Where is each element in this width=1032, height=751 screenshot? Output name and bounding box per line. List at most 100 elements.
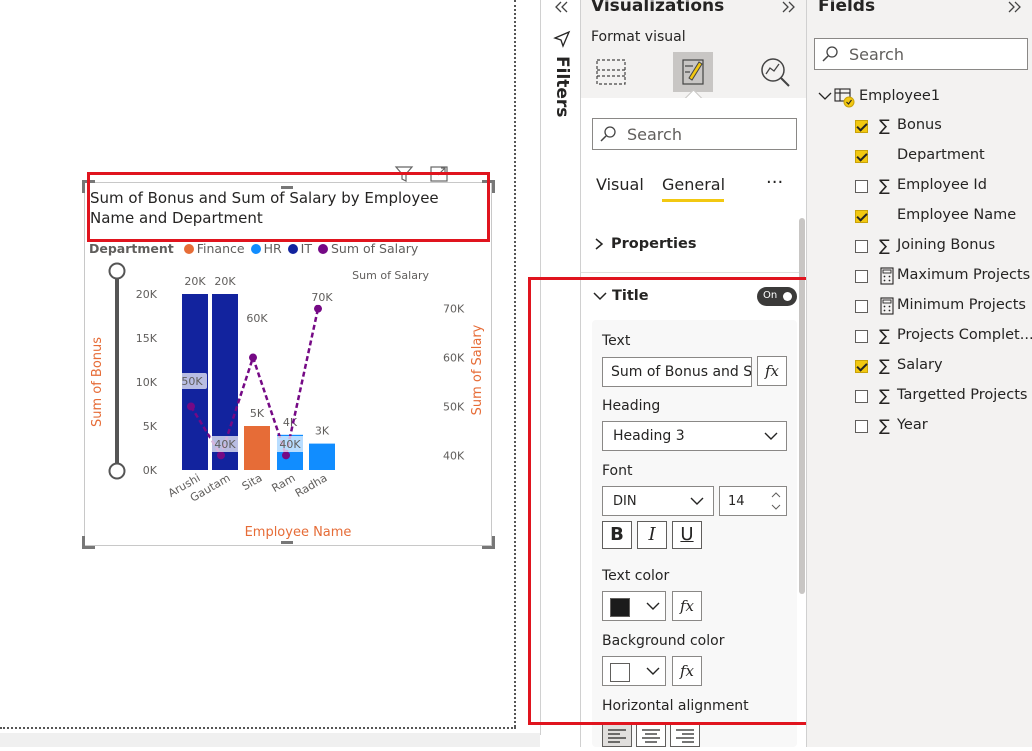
canvas-border-right [514, 0, 516, 727]
format-visual-label: Format visual [591, 29, 686, 45]
field-checkbox[interactable] [855, 420, 868, 433]
field-checkbox[interactable] [855, 330, 868, 343]
expand-chevron-icon[interactable] [779, 0, 799, 14]
table-icon [834, 88, 855, 108]
filters-label[interactable]: Filters [547, 56, 577, 126]
field-checkbox[interactable] [855, 120, 868, 133]
field-checkbox[interactable] [855, 300, 868, 313]
align-right-button[interactable] [670, 722, 700, 747]
salary-point-sita [249, 353, 257, 362]
line-data-label: 60K [246, 312, 268, 325]
tab-general-underline [662, 199, 724, 202]
properties-section[interactable]: Properties [611, 236, 696, 252]
align-center-icon [642, 729, 660, 743]
field-name: Bonus [897, 117, 942, 133]
legend-item[interactable]: Finance [183, 241, 245, 256]
chart-area: Sum of Bonus Sum of Salary 0K 5K 10K 15K 20K 40… [90, 262, 485, 540]
legend-label: Sum of Salary [331, 241, 419, 256]
analytics-icon[interactable] [757, 54, 793, 90]
bar-data-label: 3K [315, 425, 330, 438]
field-name: Department [897, 147, 985, 163]
chevron-down-icon[interactable] [817, 90, 833, 102]
line-data-label: 50K [181, 375, 203, 388]
legend-item[interactable]: Sum of Salary [318, 241, 418, 256]
y-axis-right-label: Sum of Salary [470, 324, 485, 415]
x-axis-label: Employee Name [245, 525, 352, 540]
field-name: Targetted Projects [897, 387, 1028, 403]
field-name: Employee Id [897, 177, 987, 193]
tab-visual[interactable]: Visual [596, 175, 644, 194]
field-checkbox[interactable] [855, 150, 868, 163]
chart-legend: Department Finance HR IT Sum of Salary [89, 241, 418, 256]
y-tick-right: 50K [443, 400, 465, 413]
search-icon [600, 126, 616, 142]
tab-general[interactable]: General [662, 175, 725, 194]
sigma-icon: ∑ [879, 176, 890, 195]
field-name: Employee Name [897, 207, 1017, 223]
sigma-icon: ∑ [879, 416, 890, 435]
legend-item[interactable]: HR [250, 241, 282, 256]
field-checkbox[interactable] [855, 270, 868, 283]
legend-label: IT [300, 241, 312, 256]
format-search-input[interactable]: Search [592, 118, 797, 150]
field-checkbox[interactable] [855, 180, 868, 193]
field-name: Joining Bonus [897, 237, 996, 253]
field-checkbox[interactable] [855, 240, 868, 253]
field-name: Minimum Projects [897, 297, 1026, 313]
legend-label: Department [89, 241, 174, 256]
align-left-button[interactable] [602, 722, 632, 747]
y-tick-right: 60K [443, 352, 465, 365]
y-tick-left: 15K [136, 332, 158, 345]
chevron-right-icon[interactable] [593, 237, 605, 251]
calculator-icon [880, 267, 894, 285]
expand-chevron-icon[interactable] [1005, 0, 1025, 14]
visualizations-title: Visualizations [591, 0, 725, 16]
build-visual-icon[interactable] [595, 56, 629, 88]
field-checkbox[interactable] [855, 210, 868, 223]
legend-label: Finance [196, 241, 245, 256]
legend-marker [183, 244, 194, 254]
canvas-border-bottom [0, 727, 516, 729]
line-data-label: 40K [214, 438, 236, 451]
table-employee1[interactable]: Employee1 [859, 88, 940, 104]
fields-search-input[interactable]: Search [814, 38, 1028, 70]
format-visual-tab[interactable] [673, 52, 713, 92]
legend-marker [318, 244, 328, 254]
y-axis-left-label: Sum of Bonus [90, 337, 105, 427]
y-tick-left: 20K [136, 288, 158, 301]
fields-pane: Fields Search Employee1 ∑ Bonus Department… [806, 0, 1032, 747]
y-tick-left: 10K [136, 376, 158, 389]
field-checkbox[interactable] [855, 360, 868, 373]
x-tick-label: Sita [240, 471, 265, 493]
calculator-icon [880, 297, 894, 315]
field-checkbox[interactable] [855, 390, 868, 403]
align-center-button[interactable] [636, 722, 666, 747]
search-placeholder: Search [849, 45, 904, 64]
bar-radha [309, 443, 335, 470]
bar-data-label: 5K [250, 407, 265, 420]
bar-data-label: 20K [184, 275, 206, 288]
bar-data-label: 4K [283, 416, 298, 429]
field-name: Maximum Projects [897, 267, 1031, 283]
collapse-chevron-icon[interactable] [551, 0, 571, 14]
line-data-label: 40K [279, 438, 301, 451]
zoom-slider-handle-top[interactable] [108, 262, 126, 280]
highlight-box-title-section [528, 277, 838, 725]
salary-point-gautam [217, 451, 225, 460]
y-tick-left: 5K [143, 420, 158, 433]
filter-icon [553, 30, 571, 48]
paintbrush-icon [682, 59, 704, 85]
align-right-icon [676, 729, 694, 743]
divider [581, 272, 799, 273]
salary-point-ram [282, 451, 290, 460]
legend-item[interactable]: IT [287, 241, 312, 256]
sigma-icon: ∑ [879, 116, 890, 135]
field-name: Year [897, 417, 928, 433]
zoom-slider-handle-bottom[interactable] [108, 462, 126, 480]
more-options-button[interactable]: ··· [766, 172, 783, 193]
bar-data-label: 20K [214, 275, 236, 288]
salary-point-radha [314, 304, 322, 313]
page-tabs-bar [0, 733, 540, 747]
field-name: Salary [897, 357, 943, 373]
field-name: Projects Complet... [897, 327, 1032, 343]
